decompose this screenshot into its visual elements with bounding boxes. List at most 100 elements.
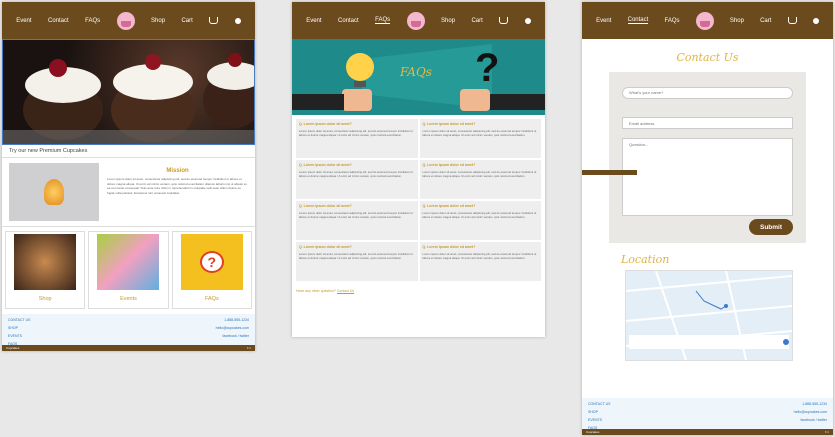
- nav-shop[interactable]: Shop: [151, 18, 165, 24]
- faq-item[interactable]: Q. Lorem Ipsum dolor sit amet? Lorem ipsu…: [419, 201, 541, 240]
- faq-more-label: Have any other question?: [296, 289, 336, 293]
- faq-nav: Event Contact FAQs Shop Cart: [292, 2, 545, 39]
- nav-shop[interactable]: Shop: [730, 18, 744, 24]
- social-icons[interactable]: f t i: [825, 430, 829, 434]
- home-page: Event Contact FAQs Shop Cart Try our new…: [2, 2, 255, 351]
- footer-link[interactable]: EVENTS: [8, 334, 30, 338]
- home-nav: Event Contact FAQs Shop Cart: [2, 2, 255, 39]
- location-title: Location: [621, 253, 670, 266]
- contact-title: Contact Us: [676, 51, 739, 64]
- account-icon[interactable]: [524, 17, 531, 24]
- footer-phone: 1-888-555-1234: [224, 318, 249, 322]
- hero-image: [2, 39, 255, 145]
- copyright: Cupcakes: [586, 430, 600, 434]
- faq-item[interactable]: Q. Lorem Ipsum dolor sit amet? Lorem ipsu…: [296, 201, 418, 240]
- contact-footer: CONTACT US SHOP EVENTS FAQS 1-888-555-1234 h…: [582, 398, 833, 435]
- footer-social[interactable]: facebook / twitter: [794, 418, 827, 422]
- faq-item[interactable]: Q. Lorem Ipsum dolor sit amet? Lorem ipsu…: [419, 119, 541, 158]
- cupcake-logo-icon[interactable]: [695, 11, 714, 30]
- hero-caption: Try our new Premium Cupcakes: [2, 145, 255, 158]
- nav-shop[interactable]: Shop: [441, 18, 455, 24]
- footer-link[interactable]: EVENTS: [588, 418, 610, 422]
- faq-grid: Q. Lorem Ipsum dolor sit amet? Lorem ipsu…: [292, 115, 545, 285]
- nav-contact[interactable]: Contact: [48, 18, 69, 24]
- faq-banner: ? FAQs: [292, 39, 545, 115]
- faq-answer: Lorem ipsum dolor sit amet, consectetur …: [299, 170, 413, 178]
- nav-cart[interactable]: Cart: [181, 18, 192, 24]
- copyright: Cupcakes: [6, 346, 20, 350]
- question-bubble-icon: ?: [199, 251, 224, 273]
- nav-contact[interactable]: Contact: [338, 18, 359, 24]
- cupcake-logo-icon[interactable]: [116, 11, 135, 30]
- name-field[interactable]: [622, 86, 793, 99]
- submit-button[interactable]: Submit: [749, 219, 793, 235]
- contact-form: Submit: [609, 72, 806, 243]
- footer-social[interactable]: facebook / twitter: [216, 334, 249, 338]
- faq-question: Q. Lorem Ipsum dolor sit amet?: [299, 122, 352, 126]
- faq-question: Q. Lorem Ipsum dolor sit amet?: [299, 204, 352, 208]
- card-faqs-label: FAQs: [204, 296, 219, 302]
- nav-event[interactable]: Event: [16, 18, 31, 24]
- email-field[interactable]: [622, 117, 793, 129]
- mission-text-block: Mission Lorem ipsum dolor sit amet, cons…: [107, 163, 248, 221]
- faq-answer: Lorem ipsum dolor sit amet, consectetur …: [422, 211, 537, 219]
- faq-banner-title: FAQs: [400, 65, 432, 79]
- faq-item[interactable]: Q. Lorem Ipsum dolor sit amet? Lorem ipsu…: [296, 160, 418, 199]
- events-image: [97, 234, 160, 290]
- faq-item[interactable]: Q. Lorem Ipsum dolor sit amet? Lorem ipsu…: [419, 242, 541, 281]
- card-events[interactable]: Events: [88, 231, 169, 309]
- footer-email[interactable]: hello@cupcakes.com: [216, 326, 249, 330]
- mission-text: Lorem ipsum dolor sit amet, consectetur …: [107, 177, 247, 195]
- basket-icon[interactable]: [209, 17, 219, 24]
- nav-faqs[interactable]: FAQs: [85, 18, 100, 24]
- faq-item[interactable]: Q. Lorem Ipsum dolor sit amet? Lorem ipsu…: [419, 160, 541, 199]
- nav-cart[interactable]: Cart: [471, 18, 482, 24]
- nav-contact[interactable]: Contact: [627, 17, 649, 24]
- faq-item[interactable]: Q. Lorem Ipsum dolor sit amet? Lorem ipsu…: [296, 242, 418, 281]
- footer-email[interactable]: hello@cupcakes.com: [794, 410, 827, 414]
- faq-question: Q. Lorem Ipsum dolor sit amet?: [422, 163, 476, 167]
- card-faqs[interactable]: ? FAQs: [171, 231, 252, 309]
- footer-link[interactable]: CONTACT US: [588, 402, 610, 406]
- nav-event[interactable]: Event: [306, 18, 321, 24]
- cupcake-logo-icon[interactable]: [406, 11, 425, 30]
- lightbulb-icon: [44, 179, 64, 205]
- faqs-image: ?: [180, 234, 243, 290]
- nav-faqs[interactable]: FAQs: [665, 18, 680, 24]
- faq-answer: Lorem ipsum dolor sit amet, consectetur …: [299, 211, 413, 219]
- faq-question: Q. Lorem Ipsum dolor sit amet?: [299, 245, 352, 249]
- faq-answer: Lorem ipsum dolor sit amet, consectetur …: [422, 129, 537, 137]
- basket-icon[interactable]: [787, 17, 797, 24]
- social-icons[interactable]: f t i: [247, 346, 251, 350]
- basket-icon[interactable]: [499, 17, 509, 24]
- cupcake-photo-icon: [3, 53, 254, 144]
- svg-text:?: ?: [475, 46, 499, 90]
- footer-link[interactable]: CONTACT US: [8, 318, 30, 322]
- faq-contact-link[interactable]: Contact Us: [337, 289, 354, 293]
- nav-cart[interactable]: Cart: [760, 18, 771, 24]
- faq-page: Event Contact FAQs Shop Cart ? FAQs Q. L…: [292, 2, 545, 337]
- faq-answer: Lorem ipsum dolor sit amet, consectetur …: [299, 129, 413, 137]
- mission-section: Mission Lorem ipsum dolor sit amet, cons…: [2, 158, 255, 226]
- account-icon[interactable]: [234, 17, 241, 24]
- shop-image: [14, 234, 77, 290]
- footer-link[interactable]: SHOP: [8, 326, 30, 330]
- nav-faqs[interactable]: FAQs: [375, 17, 391, 24]
- card-shop-label: Shop: [38, 296, 52, 302]
- card-events-label: Events: [120, 296, 137, 302]
- footer-phone: 1-888-555-1234: [802, 402, 827, 406]
- contact-nav: Event Contact FAQs Shop Cart: [582, 2, 833, 39]
- faq-answer: Lorem ipsum dolor sit amet, consectetur …: [299, 252, 413, 260]
- question-field[interactable]: [622, 138, 793, 216]
- faq-question: Q. Lorem Ipsum dolor sit amet?: [299, 163, 352, 167]
- faq-item[interactable]: Q. Lorem Ipsum dolor sit amet? Lorem ipsu…: [296, 119, 418, 158]
- nav-event[interactable]: Event: [596, 18, 611, 24]
- account-icon[interactable]: [812, 17, 819, 24]
- card-shop[interactable]: Shop: [5, 231, 86, 309]
- lightbulb-image: [9, 163, 99, 221]
- map-widget[interactable]: [625, 270, 793, 361]
- faq-question: Q. Lorem Ipsum dolor sit amet?: [422, 245, 476, 249]
- footer-link[interactable]: SHOP: [588, 410, 610, 414]
- faq-question: Q. Lorem Ipsum dolor sit amet?: [422, 204, 476, 208]
- contact-page: Event Contact FAQs Shop Cart Contact Us …: [582, 2, 833, 435]
